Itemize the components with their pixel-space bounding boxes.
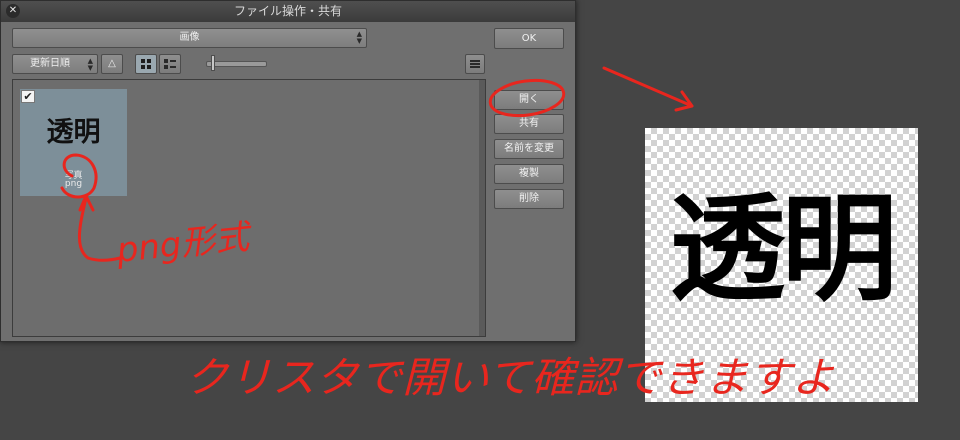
updown-arrows-icon: ▲ ▼ — [87, 57, 93, 72]
close-icon[interactable]: ✕ — [6, 4, 20, 18]
grid-view-icon — [141, 59, 151, 69]
delete-label: 削除 — [519, 193, 539, 204]
menu-button[interactable] — [465, 54, 485, 74]
checkmark-icon[interactable]: ✔ — [21, 90, 35, 103]
preview-text: 透明 — [669, 182, 898, 317]
updown-arrows-icon: ▲ ▼ — [356, 30, 362, 45]
category-label: 画像 — [179, 32, 200, 43]
duplicate-button[interactable]: 複製 — [494, 164, 564, 184]
ok-button[interactable]: OK — [494, 28, 564, 49]
list-view-icon — [164, 59, 176, 69]
rename-label: 名前を変更 — [504, 143, 554, 154]
open-button[interactable]: 開く — [494, 90, 564, 110]
list-view-button[interactable] — [159, 54, 181, 74]
thumbnail-size-slider[interactable] — [206, 61, 267, 67]
grid-view-button[interactable] — [135, 54, 157, 74]
window-title: ファイル操作・共有 — [233, 4, 342, 18]
slider-handle[interactable] — [211, 55, 215, 71]
pointing-arrow-icon — [602, 66, 694, 112]
sort-direction-button[interactable]: △ — [101, 54, 123, 74]
share-label: 共有 — [519, 118, 539, 129]
rename-button[interactable]: 名前を変更 — [494, 139, 564, 159]
file-format-label: png — [64, 179, 83, 189]
thumbnail-name: 透明 — [46, 117, 101, 148]
ok-label: OK — [521, 33, 537, 44]
file-list-scrollbar[interactable] — [479, 80, 485, 336]
open-label: 開く — [519, 94, 539, 105]
hamburger-menu-icon — [470, 60, 480, 68]
sort-order-label: 更新日順 — [30, 58, 70, 69]
duplicate-label: 複製 — [519, 168, 539, 179]
share-button[interactable]: 共有 — [494, 114, 564, 134]
sort-direction-icon: △ — [108, 58, 116, 69]
delete-button[interactable]: 削除 — [494, 189, 564, 209]
sort-order-select[interactable]: 更新日順 ▲ ▼ — [12, 54, 98, 74]
window-title-bar: ファイル操作・共有 — [1, 1, 575, 22]
category-dropdown[interactable]: 画像 ▲ ▼ — [12, 28, 367, 48]
